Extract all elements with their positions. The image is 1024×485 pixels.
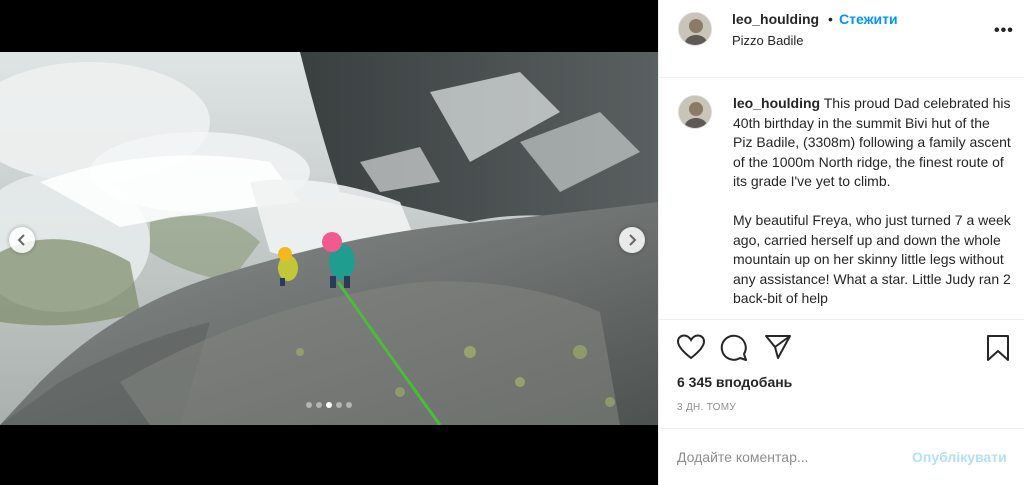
more-options-icon[interactable]: ••• — [994, 22, 1014, 40]
author-avatar[interactable] — [678, 12, 712, 46]
carousel-dot — [346, 402, 352, 408]
post-comment-button[interactable]: Опублікувати — [912, 449, 1007, 465]
caption-text-2: My beautiful Freya, who just turned 7 a … — [733, 212, 1011, 306]
heart-icon — [676, 334, 706, 360]
post-photo[interactable] — [0, 52, 658, 425]
likes-count[interactable]: 6 345 вподобань — [677, 374, 792, 390]
share-button[interactable] — [764, 334, 792, 365]
climbing-photo-image — [0, 52, 658, 425]
comment-bar: Опублікувати — [659, 428, 1024, 485]
carousel-dot-active — [326, 402, 332, 408]
bookmark-icon — [987, 335, 1009, 361]
post-header: leo_houlding • Стежити Pizzo Badile ••• — [659, 0, 1024, 78]
comment-button[interactable] — [720, 334, 748, 367]
carousel-dot — [316, 402, 322, 408]
carousel-dot — [336, 402, 342, 408]
save-button[interactable] — [986, 334, 1010, 367]
post-location[interactable]: Pizzo Badile — [732, 33, 804, 48]
post-side-panel: leo_houlding • Стежити Pizzo Badile ••• … — [658, 0, 1024, 485]
comment-input[interactable] — [677, 449, 907, 465]
carousel-dot — [306, 402, 312, 408]
comment-icon — [720, 334, 747, 361]
chevron-left-icon — [17, 234, 25, 246]
caption-avatar[interactable] — [678, 95, 712, 129]
chevron-right-icon — [629, 234, 637, 246]
post-caption: leo_houlding This proud Dad celebrated h… — [733, 94, 1013, 319]
carousel-indicators — [0, 402, 658, 408]
separator-dot: • — [828, 11, 833, 27]
post-timestamp[interactable]: 3 ДН. ТОМУ — [677, 402, 736, 413]
author-username[interactable]: leo_houlding — [732, 11, 819, 27]
like-button[interactable] — [676, 334, 706, 365]
caption-username[interactable]: leo_houlding — [733, 95, 820, 111]
carousel-prev-button[interactable] — [9, 227, 35, 253]
post-actions — [676, 334, 1017, 367]
post-media — [0, 0, 658, 485]
follow-button[interactable]: Стежити — [839, 11, 898, 27]
avatar-image — [679, 96, 711, 128]
share-icon — [765, 335, 791, 359]
carousel-next-button[interactable] — [619, 227, 645, 253]
avatar-image — [679, 13, 711, 45]
caption-section: leo_houlding This proud Dad celebrated h… — [659, 79, 1024, 320]
